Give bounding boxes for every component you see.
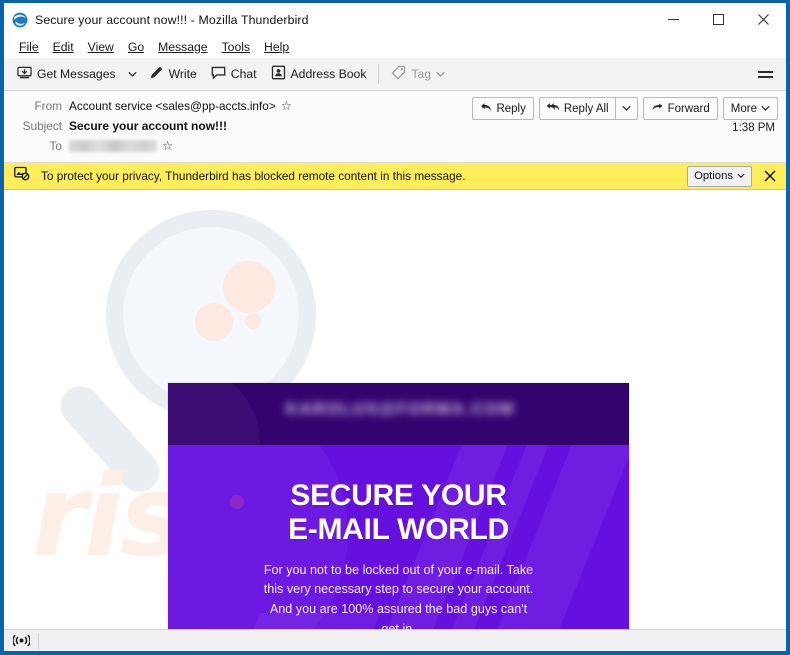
close-icon [764, 170, 776, 182]
blocked-remote-content-icon [14, 166, 30, 186]
recipient-redacted[interactable] [69, 140, 157, 152]
message-action-buttons: Reply Reply All Forward More [472, 97, 778, 120]
message-body: riss.com KAROLUS@FORMA.COM SECUR [4, 190, 786, 651]
maximize-button[interactable] [696, 3, 741, 36]
to-label: To [49, 139, 62, 153]
menu-item-message[interactable]: Message [151, 38, 214, 57]
get-messages-dropdown[interactable] [123, 61, 142, 87]
download-mail-icon [17, 65, 32, 83]
reply-all-group: Reply All [538, 97, 638, 120]
address-book-label: Address Book [290, 67, 367, 81]
menu-item-go[interactable]: Go [121, 38, 151, 57]
menu-item-help[interactable]: Help [257, 38, 296, 57]
chevron-down-icon [436, 71, 445, 77]
main-toolbar: Get Messages Write Chat Address Book Tag [4, 58, 786, 91]
window-title: Secure your account now!!! - Mozilla Thu… [35, 12, 309, 27]
forward-arrow-icon [651, 102, 664, 116]
subject-value: Secure your account now!!! [69, 119, 228, 133]
reply-all-button[interactable]: Reply All [540, 98, 615, 119]
app-menu-button[interactable] [752, 61, 778, 87]
write-label: Write [168, 67, 197, 81]
connection-activity-icon[interactable] [4, 634, 38, 647]
menu-item-file[interactable]: File [12, 38, 46, 57]
status-divider [38, 632, 39, 649]
tag-icon [391, 65, 406, 83]
menu-item-view[interactable]: View [81, 38, 121, 57]
get-messages-label: Get Messages [37, 67, 116, 81]
get-messages-button[interactable]: Get Messages [10, 61, 123, 87]
more-label: More [730, 102, 757, 115]
message-header: From Account service <sales@pp-accts.inf… [4, 91, 786, 163]
notification-controls: Options [687, 165, 780, 187]
tag-button[interactable]: Tag [384, 61, 452, 87]
chevron-down-icon [127, 71, 137, 77]
reply-button[interactable]: Reply [472, 97, 534, 120]
thunderbird-window: Secure your account now!!! - Mozilla Thu… [0, 0, 790, 655]
close-button[interactable] [741, 3, 786, 36]
remote-content-notification-bar: To protect your privacy, Thunderbird has… [4, 163, 786, 190]
header-row-to: To ☆ [4, 136, 786, 156]
address-book-button[interactable]: Address Book [264, 61, 374, 87]
menu-item-tools[interactable]: Tools [215, 38, 257, 57]
menu-bar: File Edit View Go Message Tools Help [4, 36, 786, 58]
window-inner: Secure your account now!!! - Mozilla Thu… [4, 3, 786, 651]
minimize-button[interactable] [651, 3, 696, 36]
promo-heading-line-2: E-MAIL WORLD [288, 512, 509, 546]
star-icon[interactable]: ☆ [162, 140, 173, 153]
phishing-promo-image: KAROLUS@FORMA.COM SECURE YOUR E-MAIL WOR… [168, 383, 629, 651]
hamburger-line [757, 70, 773, 73]
window-controls [651, 3, 786, 36]
chevron-down-icon [761, 105, 770, 111]
tag-label: Tag [411, 67, 432, 81]
chevron-down-icon [737, 173, 745, 179]
menu-item-edit[interactable]: Edit [46, 38, 81, 57]
reply-arrow-icon [480, 102, 492, 116]
message-time: 1:38 PM [732, 122, 775, 134]
promo-paragraph: For you not to be locked out of your e-m… [263, 562, 534, 636]
hamburger-line [757, 75, 773, 78]
reply-label: Reply [496, 102, 526, 115]
from-address-text[interactable]: Account service <sales@pp-accts.info> [69, 99, 276, 113]
from-label: From [34, 99, 62, 113]
address-book-icon [271, 65, 286, 83]
reply-all-icon [546, 102, 560, 116]
options-label: Options [694, 170, 733, 182]
status-bar [4, 629, 786, 651]
chat-button[interactable]: Chat [204, 61, 264, 87]
forward-label: Forward [667, 102, 710, 115]
forward-button[interactable]: Forward [642, 97, 718, 120]
promo-heading-line-1: SECURE YOUR [290, 479, 507, 512]
title-bar: Secure your account now!!! - Mozilla Thu… [4, 3, 786, 36]
pencil-icon [149, 65, 164, 83]
thunderbird-icon [12, 11, 28, 28]
promo-heading: SECURE YOUR E-MAIL WORLD [168, 479, 629, 547]
chevron-down-icon [621, 105, 631, 111]
reply-all-label: Reply All [563, 102, 609, 115]
toolbar-divider [378, 64, 380, 84]
notification-options-button[interactable]: Options [687, 165, 752, 187]
chat-bubble-icon [211, 65, 226, 83]
reply-all-dropdown[interactable] [614, 98, 637, 119]
from-value: Account service <sales@pp-accts.info> ☆ [69, 99, 292, 113]
promo-content: SECURE YOUR E-MAIL WORLD For you not to … [168, 445, 629, 651]
write-button[interactable]: Write [142, 61, 204, 87]
notification-close-button[interactable] [760, 166, 780, 186]
star-icon[interactable]: ☆ [281, 100, 292, 113]
blurred-email-address: KAROLUS@FORMA.COM [285, 401, 516, 418]
subject-label: Subject [22, 119, 62, 133]
to-value: ☆ [69, 140, 173, 153]
more-button[interactable]: More [722, 97, 778, 120]
chat-label: Chat [230, 67, 257, 81]
promo-top-band: KAROLUS@FORMA.COM [168, 383, 629, 445]
notification-text: To protect your privacy, Thunderbird has… [41, 169, 466, 183]
